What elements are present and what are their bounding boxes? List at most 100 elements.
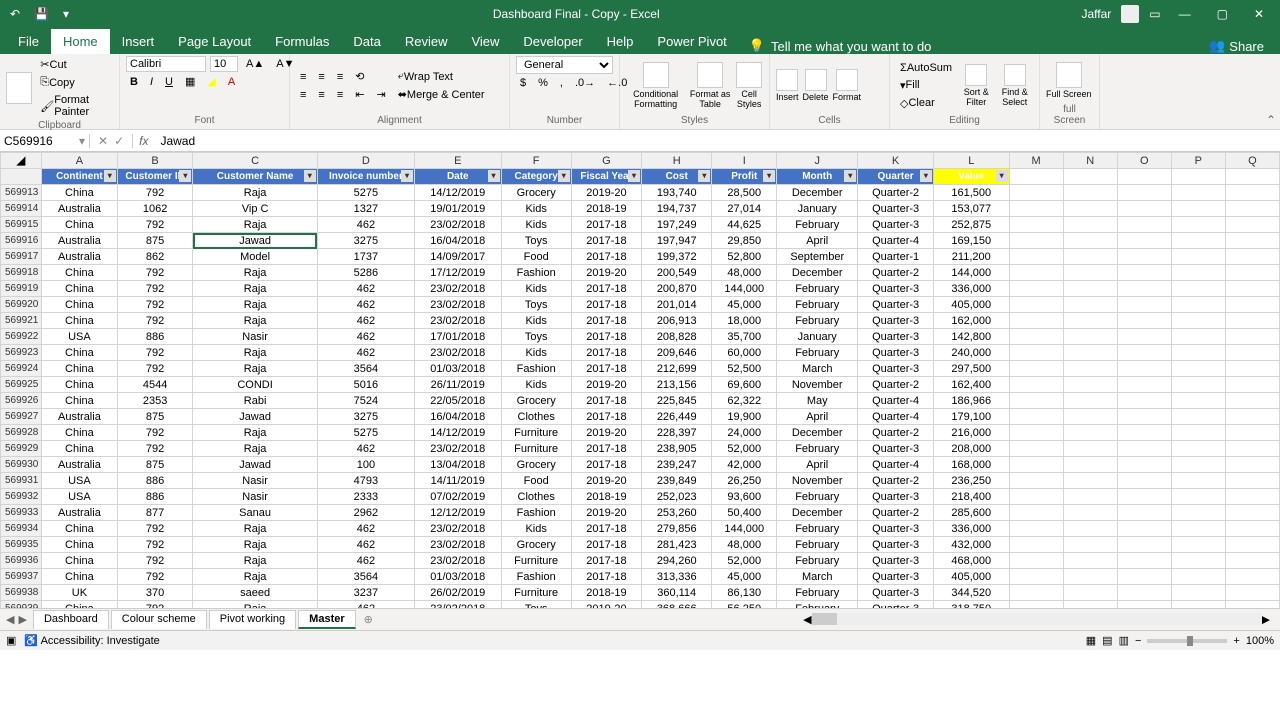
cell[interactable]: 26,250 — [712, 473, 777, 489]
cell[interactable]: 225,845 — [642, 393, 712, 409]
cell[interactable]: 50,400 — [712, 505, 777, 521]
cell[interactable]: 200,549 — [642, 265, 712, 281]
cell[interactable]: 2017-18 — [571, 569, 641, 585]
cell[interactable]: 161,500 — [933, 185, 1009, 201]
filter-dropdown-icon[interactable]: ▾ — [488, 170, 500, 182]
cell[interactable]: 1062 — [117, 201, 193, 217]
cell[interactable]: 52,500 — [712, 361, 777, 377]
table-row[interactable]: 569931USA886Nasir479314/11/2019Food2019-… — [1, 473, 1280, 489]
column-header[interactable]: D — [317, 153, 414, 169]
table-header-filter[interactable]: Month▾ — [777, 169, 858, 185]
cell[interactable]: 42,000 — [712, 457, 777, 473]
cell[interactable]: 216,000 — [933, 425, 1009, 441]
fill-button[interactable]: ▾ Fill — [896, 77, 956, 94]
cell[interactable]: 462 — [317, 537, 414, 553]
cell[interactable]: China — [42, 345, 118, 361]
user-avatar[interactable] — [1121, 5, 1139, 23]
cell[interactable]: 2019-20 — [571, 377, 641, 393]
cell[interactable]: April — [777, 409, 858, 425]
cell[interactable]: Quarter-3 — [858, 281, 934, 297]
align-center-icon[interactable]: ≡ — [314, 87, 328, 103]
cell[interactable]: 462 — [317, 553, 414, 569]
cell[interactable]: 877 — [117, 505, 193, 521]
row-header[interactable]: 569925 — [1, 377, 42, 393]
cell[interactable]: February — [777, 553, 858, 569]
table-row[interactable]: 569938UK370saeed323726/02/2019Furniture2… — [1, 585, 1280, 601]
cell[interactable]: 792 — [117, 313, 193, 329]
cell[interactable]: Quarter-3 — [858, 201, 934, 217]
conditional-formatting-button[interactable] — [643, 62, 669, 88]
cell[interactable]: 186,966 — [933, 393, 1009, 409]
cell[interactable]: 193,740 — [642, 185, 712, 201]
cell[interactable]: saeed — [193, 585, 317, 601]
cell[interactable]: 4793 — [317, 473, 414, 489]
cell[interactable]: 16/04/2018 — [415, 409, 501, 425]
row-header[interactable]: 569927 — [1, 409, 42, 425]
format-cells-button[interactable] — [836, 69, 858, 91]
filter-dropdown-icon[interactable]: ▾ — [104, 170, 116, 182]
row-header[interactable]: 569929 — [1, 441, 42, 457]
cell[interactable]: Quarter-3 — [858, 313, 934, 329]
cell[interactable]: Quarter-2 — [858, 473, 934, 489]
hscroll-right-icon[interactable]: ▶ — [1262, 613, 1270, 626]
table-header-filter[interactable]: Quarter▾ — [858, 169, 934, 185]
cell[interactable]: 26/02/2019 — [415, 585, 501, 601]
cell[interactable]: Model — [193, 249, 317, 265]
cell[interactable]: 2017-18 — [571, 457, 641, 473]
cell[interactable]: 23/02/2018 — [415, 553, 501, 569]
cell[interactable]: China — [42, 217, 118, 233]
cell[interactable]: 405,000 — [933, 297, 1009, 313]
cell[interactable]: Quarter-1 — [858, 249, 934, 265]
row-header[interactable]: 569920 — [1, 297, 42, 313]
cell[interactable]: 405,000 — [933, 569, 1009, 585]
row-header[interactable]: 569935 — [1, 537, 42, 553]
cell[interactable]: 2017-18 — [571, 361, 641, 377]
cell[interactable]: 194,737 — [642, 201, 712, 217]
cell[interactable]: 2019-20 — [571, 265, 641, 281]
wrap-text-button[interactable]: ⤶ Wrap Text — [394, 68, 489, 85]
cell[interactable]: 2019-20 — [571, 601, 641, 609]
minimize-button[interactable]: — — [1171, 5, 1199, 23]
cell[interactable]: 2017-18 — [571, 553, 641, 569]
cell[interactable]: 2017-18 — [571, 313, 641, 329]
cell[interactable]: China — [42, 569, 118, 585]
hscroll-track[interactable] — [812, 613, 1262, 625]
cell[interactable]: 5016 — [317, 377, 414, 393]
cell[interactable]: 35,700 — [712, 329, 777, 345]
cell[interactable]: February — [777, 489, 858, 505]
cell[interactable]: 23/02/2018 — [415, 521, 501, 537]
cell[interactable]: Rabi — [193, 393, 317, 409]
cell[interactable]: 285,600 — [933, 505, 1009, 521]
column-header[interactable]: Q — [1225, 153, 1279, 169]
table-row[interactable]: 569917Australia862Model173714/09/2017Foo… — [1, 249, 1280, 265]
cell[interactable]: 48,000 — [712, 265, 777, 281]
cell[interactable]: 2017-18 — [571, 329, 641, 345]
cell[interactable]: 3237 — [317, 585, 414, 601]
cell[interactable]: 07/02/2019 — [415, 489, 501, 505]
table-row[interactable]: 569929China792Raja46223/02/2018Furniture… — [1, 441, 1280, 457]
undo-icon[interactable]: ↶ — [6, 5, 24, 23]
name-box[interactable]: C569916 ▾ — [0, 134, 90, 148]
fill-color-button[interactable]: ◢ — [203, 73, 219, 90]
cell[interactable]: 22/05/2018 — [415, 393, 501, 409]
cell[interactable]: 360,114 — [642, 585, 712, 601]
cell[interactable]: 14/12/2019 — [415, 425, 501, 441]
cell[interactable]: March — [777, 569, 858, 585]
cell[interactable]: Kids — [501, 201, 571, 217]
table-header-filter[interactable]: Category▾ — [501, 169, 571, 185]
cell[interactable]: Toys — [501, 329, 571, 345]
cell[interactable]: Fashion — [501, 265, 571, 281]
cell[interactable]: Raja — [193, 313, 317, 329]
cell[interactable]: 23/02/2018 — [415, 217, 501, 233]
cell[interactable]: 197,249 — [642, 217, 712, 233]
tab-insert[interactable]: Insert — [110, 29, 167, 54]
cell[interactable]: Toys — [501, 233, 571, 249]
find-select-button[interactable] — [1004, 64, 1026, 86]
cell[interactable]: 462 — [317, 281, 414, 297]
cell[interactable]: 45,000 — [712, 569, 777, 585]
cell[interactable]: 18,000 — [712, 313, 777, 329]
cell[interactable]: 3564 — [317, 569, 414, 585]
cell[interactable]: 211,200 — [933, 249, 1009, 265]
tab-file[interactable]: File — [6, 29, 51, 54]
cell[interactable]: Fashion — [501, 569, 571, 585]
